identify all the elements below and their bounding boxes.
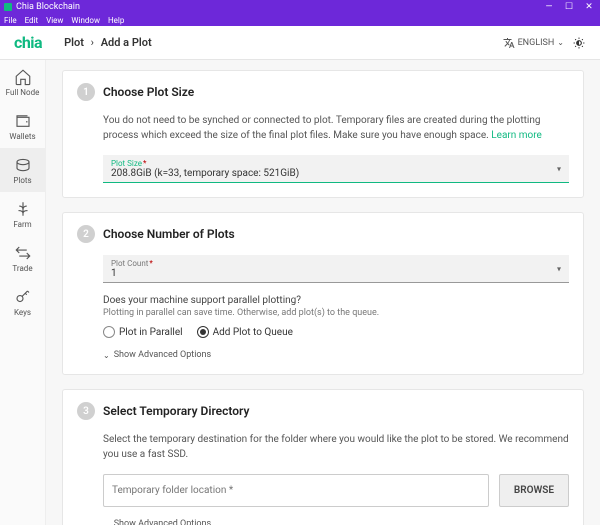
window-title: Chia Blockchain [16,2,80,12]
plot-size-select[interactable]: Plot Size* 208.8GiB (k=33, temporary spa… [103,155,569,183]
farm-icon [14,200,32,218]
step-title: Select Temporary Directory [103,404,249,418]
chevron-down-icon: ⌄ [103,520,110,525]
step-title: Choose Plot Size [103,85,194,99]
chevron-down-icon: ⌄ [103,351,110,360]
select-label: Plot Count [111,259,148,268]
sidebar-item-trade[interactable]: Trade [0,236,45,280]
sidebar-item-label: Plots [13,176,31,185]
logo: chia [14,33,42,52]
menu-edit[interactable]: Edit [25,16,39,25]
temp-folder-input[interactable] [103,474,489,507]
select-label: Plot Size [111,159,142,168]
advanced-options-toggle[interactable]: ⌄ Show Advanced Options [103,519,569,525]
help-text: You do not need to be synched or connect… [103,113,569,143]
disk-icon [14,156,32,174]
menubar: File Edit View Window Help [0,14,600,26]
translate-icon [503,37,515,49]
step-number: 1 [77,83,95,101]
sidebar-item-label: Full Node [6,88,40,97]
language-label: ENGLISH [518,38,555,48]
sidebar-item-label: Trade [12,264,32,273]
sidebar-item-label: Keys [14,308,31,317]
parallel-question: Does your machine support parallel plott… [103,295,569,306]
step-card-plot-size: 1 Choose Plot Size You do not need to be… [62,70,584,198]
chevron-down-icon: ▾ [557,264,561,273]
menu-view[interactable]: View [46,16,63,25]
sidebar-item-wallets[interactable]: Wallets [0,104,45,148]
main-content: 1 Choose Plot Size You do not need to be… [46,60,600,525]
parallel-help: Plotting in parallel can save time. Othe… [103,308,569,318]
theme-toggle-icon[interactable] [572,36,586,50]
chevron-down-icon: ⌄ [557,38,564,47]
advanced-label: Show Advanced Options [114,519,211,525]
radio-label: Plot in Parallel [119,327,183,338]
breadcrumb: Plot › Add a Plot [64,36,152,49]
breadcrumb-root[interactable]: Plot [64,36,84,49]
menu-file[interactable]: File [4,16,17,25]
radio-label: Add Plot to Queue [213,327,293,338]
wallet-icon [14,112,32,130]
plot-count-select[interactable]: Plot Count* 1 ▾ [103,255,569,283]
help-text: Select the temporary destination for the… [103,432,569,462]
close-window-button[interactable]: ✕ [584,2,594,12]
chevron-down-icon: ▾ [557,164,561,173]
sidebar-item-fullnode[interactable]: Full Node [0,60,45,104]
menu-help[interactable]: Help [108,16,124,25]
step-card-plot-count: 2 Choose Number of Plots Plot Count* 1 ▾… [62,212,584,375]
sidebar: Full Node Wallets Plots Farm Trade Keys [0,60,46,525]
radio-add-to-queue[interactable]: Add Plot to Queue [197,326,293,338]
app-header: chia Plot › Add a Plot ENGLISH ⌄ [0,26,600,60]
breadcrumb-sep: › [91,36,94,49]
step-number: 2 [77,225,95,243]
window-titlebar: Chia Blockchain — ☐ ✕ [0,0,600,14]
advanced-label: Show Advanced Options [114,350,211,360]
select-value: 208.8GiB (k=33, temporary space: 521GiB) [111,168,561,179]
home-icon [14,68,32,86]
radio-checked-icon [197,326,209,338]
menu-window[interactable]: Window [71,16,100,25]
advanced-options-toggle[interactable]: ⌄ Show Advanced Options [103,350,569,360]
step-card-temp-dir: 3 Select Temporary Directory Select the … [62,389,584,525]
radio-unchecked-icon [103,326,115,338]
key-icon [14,288,32,306]
radio-plot-parallel[interactable]: Plot in Parallel [103,326,183,338]
sidebar-item-farm[interactable]: Farm [0,192,45,236]
step-title: Choose Number of Plots [103,227,235,241]
trade-icon [14,244,32,262]
minimize-button[interactable]: — [544,2,554,12]
language-selector[interactable]: ENGLISH ⌄ [503,37,564,49]
sidebar-item-plots[interactable]: Plots [0,148,45,192]
step-number: 3 [77,402,95,420]
sidebar-item-label: Farm [13,220,31,229]
select-value: 1 [111,268,561,279]
breadcrumb-current: Add a Plot [101,36,152,49]
browse-button[interactable]: BROWSE [499,474,569,507]
app-icon [4,3,12,11]
sidebar-item-label: Wallets [9,132,35,141]
learn-more-link[interactable]: Learn more [491,130,542,141]
required-mark: * [143,159,146,168]
maximize-button[interactable]: ☐ [564,2,574,12]
sidebar-item-keys[interactable]: Keys [0,280,45,324]
required-mark: * [149,259,152,268]
